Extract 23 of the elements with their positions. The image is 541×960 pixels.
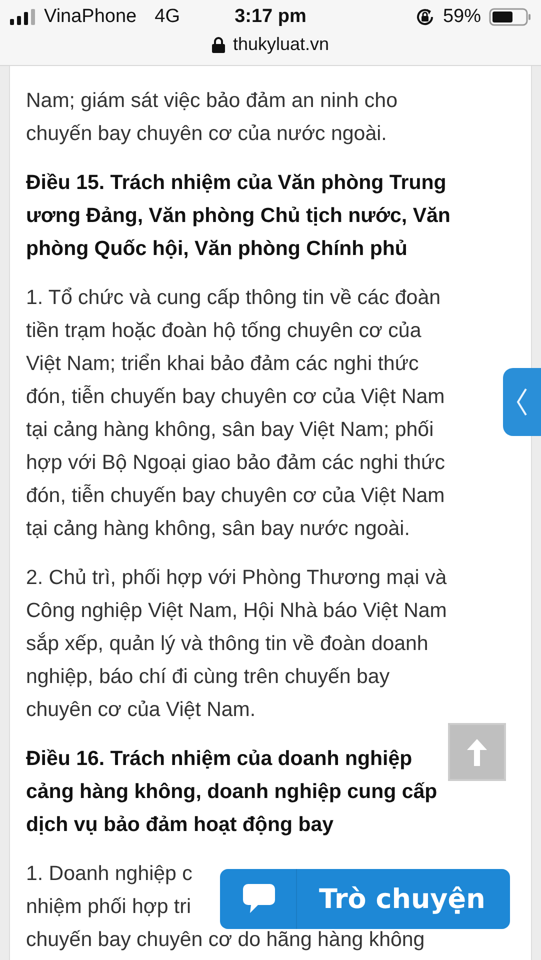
article-heading: Điều 15. Trách nhiệm của Văn phòng Trung ương Đảng, Văn phòng Chủ tịch nước, Văn phòng Quốc hội, Văn phòng Chính phủ (26, 170, 450, 262)
battery-icon (489, 8, 531, 26)
page-url[interactable]: thukyluat.vn (232, 34, 330, 55)
paragraph: 2. Chủ trì, phối hợp với Phòng Thương mại và Công nghiệp Việt Nam, Hội Nhà báo Việt Nam sắp xếp, quản lý và thông tin về đoàn doanh nghiệp, báo chí đi cùng trên chuyến bay chuyên cơ của Việt Nam. (26, 565, 447, 723)
chevron-left-icon (516, 387, 528, 417)
rotation-lock-icon (414, 7, 435, 27)
chat-button[interactable]: Trò chuyện (220, 869, 510, 929)
article-heading: Điều 16. Trách nhiệm của doanh nghiệp cảng hàng không, doanh nghiệp cung cấp dịch vụ bảo đảm hoạt động bay (26, 746, 438, 838)
paragraph-line: 1. Doanh nghiệp c (26, 861, 192, 887)
battery-percent: 59% (442, 6, 481, 28)
scroll-top-button[interactable] (448, 723, 506, 781)
paragraph: 1. Tổ chức và cung cấp thông tin về các đoàn tiền trạm hoặc đoàn hộ tống chuyên cơ của Việt Nam; triển khai bảo đảm các nghi thức đón, tiễn chuyến bay chuyên cơ của Việt Nam tại cảng hàng không, sân bay Việt Nam; phối hợp với Bộ Ngoại giao bảo đảm các nghi thức đón, tiễn chuyến bay chuyên cơ của Việt Nam tại cảng hàng không, sân bay nước ngoài. (26, 285, 445, 542)
lock-icon (212, 36, 225, 52)
carrier-name: VinaPhone (44, 6, 137, 28)
paragraph: Nam; giám sát việc bảo đảm an ninh cho chuyến bay chuyên cơ của nước ngoài. (26, 88, 398, 147)
side-tab[interactable] (503, 368, 541, 436)
paragraph-line: nhiệm phối hợp tri (26, 894, 192, 920)
network-type: 4G (154, 6, 180, 28)
clock: 3:17 pm (234, 6, 306, 28)
speech-bubble-icon (242, 883, 276, 915)
signal-icon (10, 9, 36, 25)
arrow-up-icon (466, 737, 488, 767)
paragraph-line: chuyến bay chuyên cơ do hãng hàng không (26, 927, 425, 953)
